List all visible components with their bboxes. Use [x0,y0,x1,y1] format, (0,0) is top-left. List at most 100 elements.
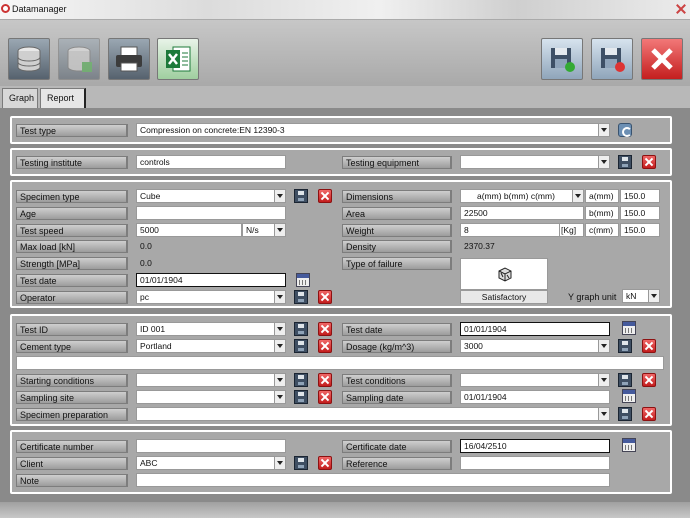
dimensions-select[interactable]: a(mm) b(mm) c(mm) [460,189,584,203]
test-date-2-input[interactable]: 01/01/1904 [460,322,610,336]
window-close-icon[interactable] [676,4,686,14]
save-disk-red-icon[interactable] [591,38,633,80]
specimen-type-select[interactable]: Cube [136,189,286,203]
sampling-site-select[interactable] [136,390,286,404]
calendar-icon[interactable] [622,389,636,403]
chevron-down-icon[interactable] [274,457,285,469]
chevron-down-icon[interactable] [274,224,285,236]
delete-icon[interactable] [318,373,332,387]
calendar-icon[interactable] [622,321,636,335]
save-icon[interactable] [294,373,308,387]
test-type-select[interactable]: Compression on concrete:EN 12390-3 [136,123,610,137]
cement-type-value: Portland [140,341,172,351]
max-load-value: 0.0 [136,239,286,253]
chevron-down-icon[interactable] [572,190,583,202]
delete-icon[interactable] [318,456,332,470]
excel-icon[interactable] [157,38,199,80]
y-graph-unit-select[interactable]: kN [622,289,660,303]
calendar-icon[interactable] [622,438,636,452]
chevron-down-icon[interactable] [274,190,285,202]
testing-institute-input[interactable]: controls [136,155,286,169]
app-icon [1,4,10,13]
test-date-input[interactable]: 01/01/1904 [136,273,286,287]
dim-b-input[interactable]: 150.0 [620,206,660,220]
operator-label: Operator [16,291,128,304]
save-icon[interactable] [294,322,308,336]
starting-conditions-label: Starting conditions [16,374,128,387]
tab-graph[interactable]: Graph [2,88,38,108]
save-icon[interactable] [618,155,632,169]
test-speed-input[interactable]: 5000 [136,223,242,237]
tab-report[interactable]: Report [40,88,86,108]
chevron-down-icon[interactable] [274,340,285,352]
close-red-icon[interactable] [641,38,683,80]
y-graph-unit-value: kN [626,291,637,301]
weight-input[interactable]: 8 [460,223,560,237]
save-icon[interactable] [618,339,632,353]
test-id-select[interactable]: ID 001 [136,322,286,336]
starting-conditions-select[interactable] [136,373,286,387]
failure-image-button[interactable] [460,258,548,290]
chevron-down-icon[interactable] [598,374,609,386]
save-icon[interactable] [294,290,308,304]
reference-input[interactable] [460,456,610,470]
chevron-down-icon[interactable] [274,291,285,303]
save-icon[interactable] [294,456,308,470]
save-icon[interactable] [618,407,632,421]
specimen-preparation-select[interactable] [136,407,610,421]
delete-icon[interactable] [642,339,656,353]
max-load-label: Max load [kN] [16,240,128,253]
chevron-down-icon[interactable] [274,323,285,335]
sampling-date-input[interactable]: 01/01/1904 [460,390,610,404]
dim-c-input[interactable]: 150.0 [620,223,660,237]
certificate-date-input[interactable]: 16/04/2510 [460,439,610,453]
notes-input[interactable] [16,356,664,370]
delete-icon[interactable] [642,373,656,387]
save-disk-icon[interactable] [541,38,583,80]
chevron-down-icon[interactable] [598,340,609,352]
client-select[interactable]: ABC [136,456,286,470]
failure-value[interactable]: Satisfactory [460,290,548,304]
density-value: 2370.37 [460,239,584,253]
dosage-select[interactable]: 3000 [460,339,610,353]
chevron-down-icon[interactable] [598,408,609,420]
chevron-down-icon[interactable] [648,290,659,302]
save-icon[interactable] [618,373,632,387]
chevron-down-icon[interactable] [598,124,609,136]
save-icon[interactable] [294,339,308,353]
delete-icon[interactable] [642,407,656,421]
strength-label: Strength [MPa] [16,257,128,270]
test-speed-unit-select[interactable]: N/s [242,223,286,237]
certificate-number-input[interactable] [136,439,286,453]
save-icon[interactable] [294,189,308,203]
delete-icon[interactable] [318,390,332,404]
testing-equipment-select[interactable] [460,155,610,169]
refresh-icon[interactable] [618,123,632,137]
test-id-label: Test ID [16,323,128,336]
dim-a-input[interactable]: 150.0 [620,189,660,203]
chevron-down-icon[interactable] [274,374,285,386]
tab-bar: Graph Report [0,86,690,108]
note-input[interactable] [136,473,610,487]
delete-icon[interactable] [318,322,332,336]
delete-icon[interactable] [318,189,332,203]
database-icon[interactable] [8,38,50,80]
dimensions-label: Dimensions [342,190,452,203]
calendar-icon[interactable] [296,273,310,287]
printer-icon[interactable] [108,38,150,80]
operator-select[interactable]: pc [136,290,286,304]
database-add-icon[interactable] [58,38,100,80]
age-input[interactable] [136,206,286,220]
chevron-down-icon[interactable] [598,156,609,168]
save-icon[interactable] [294,390,308,404]
specimen-section: Specimen type Cube Age Test speed 5000 N… [10,180,672,308]
delete-icon[interactable] [318,339,332,353]
test-speed-label: Test speed [16,224,128,237]
delete-icon[interactable] [642,155,656,169]
dim-c-label: c(mm) [585,223,619,237]
specimen-type-label: Specimen type [16,190,128,203]
cement-type-select[interactable]: Portland [136,339,286,353]
test-conditions-select[interactable] [460,373,610,387]
delete-icon[interactable] [318,290,332,304]
chevron-down-icon[interactable] [274,391,285,403]
